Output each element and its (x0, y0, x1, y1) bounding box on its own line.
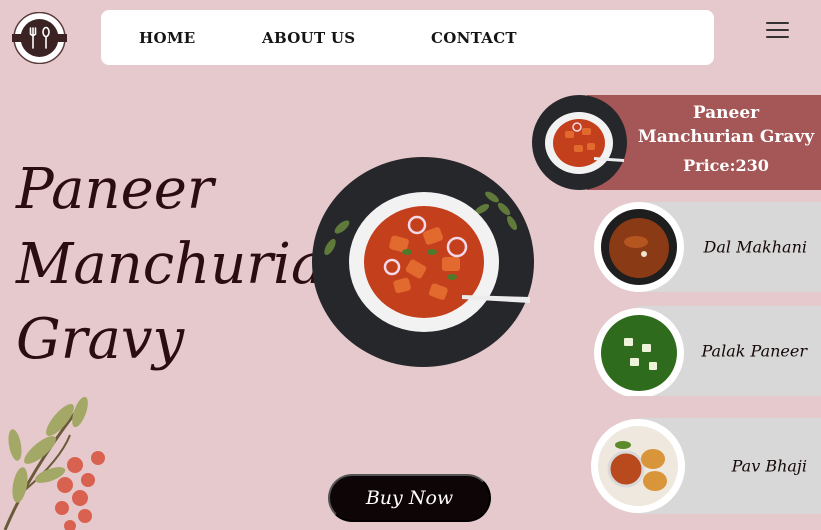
hamburger-menu-icon[interactable] (766, 22, 789, 40)
restaurant-logo[interactable] (12, 12, 67, 64)
plant-branch-decoration (3, 396, 105, 530)
nav-contact-link[interactable]: CONTACT (431, 29, 517, 47)
nav-about-us-link[interactable]: ABOUT US (262, 29, 355, 47)
dal-makhani-image (594, 202, 684, 292)
menu-item-label: Palak Paneer (701, 341, 808, 361)
buy-now-button[interactable]: Buy Now (328, 474, 491, 522)
menu-item-dal-makhani[interactable]: Dal Makhani (590, 202, 821, 292)
menu-item-label: Pav Bhaji (731, 456, 807, 476)
palak-paneer-image (594, 308, 684, 396)
nav-home-link[interactable]: HOME (139, 29, 195, 47)
page-title-line: Manchurian (16, 232, 361, 297)
featured-dish-name-line: Manchurian Gravy (637, 127, 815, 147)
pav-bhaji-image (591, 419, 685, 513)
menu-item-pav-bhaji[interactable]: Pav Bhaji (590, 418, 821, 514)
featured-dish-name-line: Paneer (692, 103, 760, 123)
top-nav-bar: HOME ABOUT US CONTACT (101, 10, 714, 65)
page-title-line: Gravy (16, 307, 185, 372)
featured-dish-price: Price:230 (683, 156, 769, 175)
page-title-line: Paneer (16, 157, 214, 222)
menu-item-palak-paneer[interactable]: Palak Paneer (590, 306, 821, 396)
featured-dish-image (532, 95, 627, 190)
featured-dish-name: Paneer Manchurian Gravy (632, 101, 820, 149)
featured-dish-card[interactable]: Paneer Manchurian Gravy Price:230 (532, 95, 821, 190)
hero-dish-image (312, 157, 534, 367)
menu-item-label: Dal Makhani (703, 237, 807, 257)
page-title: Paneer Manchurian Gravy (16, 152, 360, 377)
